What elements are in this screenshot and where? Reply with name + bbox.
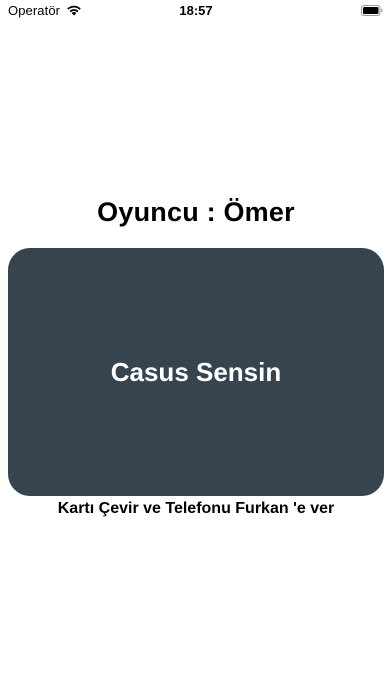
pass-phone-instruction: Kartı Çevir ve Telefonu Furkan 'e ver [57, 500, 335, 517]
battery-icon [361, 5, 383, 16]
status-bar: Operatör 18:57 [0, 0, 392, 24]
clock: 18:57 [179, 3, 213, 18]
role-card-text: Casus Sensin [110, 356, 282, 387]
role-card[interactable]: Casus Sensin [8, 248, 384, 496]
player-title: Oyuncu : Ömer [97, 197, 295, 227]
